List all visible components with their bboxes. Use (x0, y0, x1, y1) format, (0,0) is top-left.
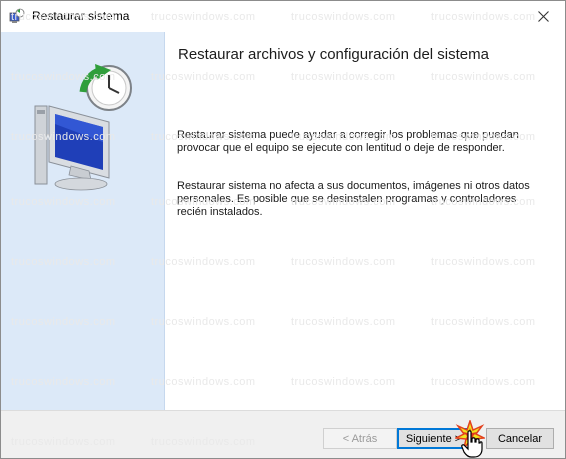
system-restore-icon (9, 8, 25, 23)
close-button[interactable] (521, 1, 565, 32)
title-bar: Restaurar sistema (1, 1, 565, 32)
system-restore-window: Restaurar sistema Restaurar archivos y c… (0, 0, 566, 459)
description-paragraph: Restaurar sistema puede ayudar a corregi… (177, 129, 519, 154)
close-icon (537, 11, 549, 22)
hand-cursor-icon (461, 430, 483, 458)
page-title: Restaurar archivos y configuración del s… (178, 46, 489, 63)
cancel-button[interactable]: Cancelar (486, 428, 554, 449)
side-panel (1, 32, 165, 410)
content-area: Restaurar archivos y configuración del s… (165, 32, 565, 410)
window-title: Restaurar sistema (32, 9, 130, 23)
system-restore-monitor-clock-icon (34, 64, 132, 191)
back-button[interactable]: < Atrás (323, 428, 397, 449)
info-paragraph: Restaurar sistema no afecta a sus docume… (177, 180, 530, 218)
